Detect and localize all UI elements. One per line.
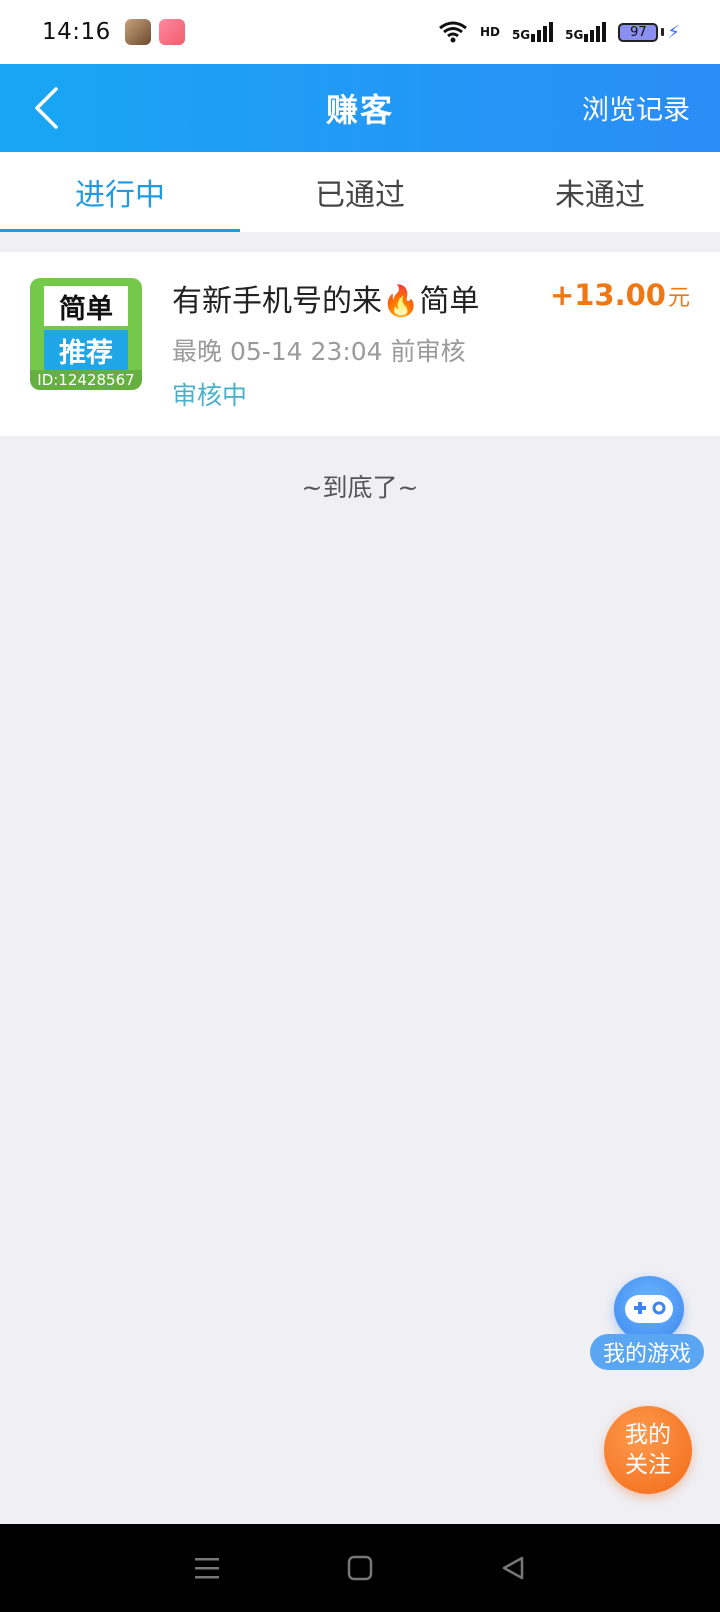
my-follow-label-line2: 关注	[625, 1452, 671, 1478]
my-follow-label-line1: 我的	[625, 1422, 671, 1448]
back-button[interactable]	[26, 84, 66, 132]
status-tabs: 进行中 已通过 未通过	[0, 152, 720, 232]
browse-history-link[interactable]: 浏览记录	[582, 88, 690, 127]
thumbnail-tag-simple: 简单	[44, 286, 128, 326]
tab-in-progress[interactable]: 进行中	[0, 152, 240, 232]
tab-approved[interactable]: 已通过	[240, 152, 480, 232]
signal-icon: 5G	[512, 22, 554, 42]
wifi-icon	[439, 21, 467, 43]
back-nav-button[interactable]	[493, 1548, 533, 1588]
reward-unit: 元	[667, 286, 690, 311]
notification-app-icon	[158, 19, 185, 45]
my-follow-button[interactable]: 我的 关注	[604, 1406, 692, 1494]
hd-icon: HD	[479, 25, 500, 39]
status-indicators: HD 5G 5G 97 ⚡	[438, 21, 680, 43]
header: 赚客 浏览记录	[0, 64, 720, 152]
task-deadline: 最晚 05-14 23:04 前审核	[172, 337, 466, 366]
menu-nav-button[interactable]	[187, 1548, 227, 1588]
menu-icon	[194, 1558, 219, 1579]
my-games-label: 我的游戏	[590, 1334, 704, 1370]
task-status: 审核中	[172, 381, 248, 410]
battery-icon: 97 ⚡	[618, 22, 680, 43]
tab-rejected[interactable]: 未通过	[480, 152, 720, 232]
back-triangle-icon	[503, 1556, 524, 1580]
home-nav-button[interactable]	[340, 1548, 380, 1588]
home-square-icon	[347, 1555, 373, 1581]
system-nav-bar	[0, 1524, 720, 1612]
chevron-left-icon	[35, 87, 58, 129]
task-reward: +13.00 元	[550, 278, 690, 312]
battery-level: 97	[618, 22, 659, 42]
charging-icon: ⚡	[667, 21, 680, 43]
gamepad-icon	[614, 1276, 684, 1342]
signal-icon: 5G	[565, 22, 607, 42]
task-thumbnail: 简单 推荐 ID:12428567	[30, 278, 142, 390]
my-games-button[interactable]: 我的游戏	[590, 1276, 706, 1370]
notification-app-icon	[124, 19, 151, 45]
task-title: 有新手机号的来🔥简单	[172, 284, 480, 319]
thumbnail-task-id: ID:12428567	[30, 370, 142, 390]
end-of-list-text: ~到底了~	[301, 473, 419, 502]
status-time: 14:16	[42, 19, 111, 45]
page-title: 赚客	[325, 91, 394, 129]
thumbnail-tag-recommended: 推荐	[44, 330, 128, 370]
reward-amount: +13.00	[549, 278, 666, 312]
status-app-icons	[124, 19, 185, 45]
status-bar: 14:16 HD 5G 5G 97 ⚡	[0, 0, 720, 64]
task-card[interactable]: 简单 推荐 ID:12428567 有新手机号的来🔥简单 +13.00 元 最晚…	[0, 252, 720, 436]
